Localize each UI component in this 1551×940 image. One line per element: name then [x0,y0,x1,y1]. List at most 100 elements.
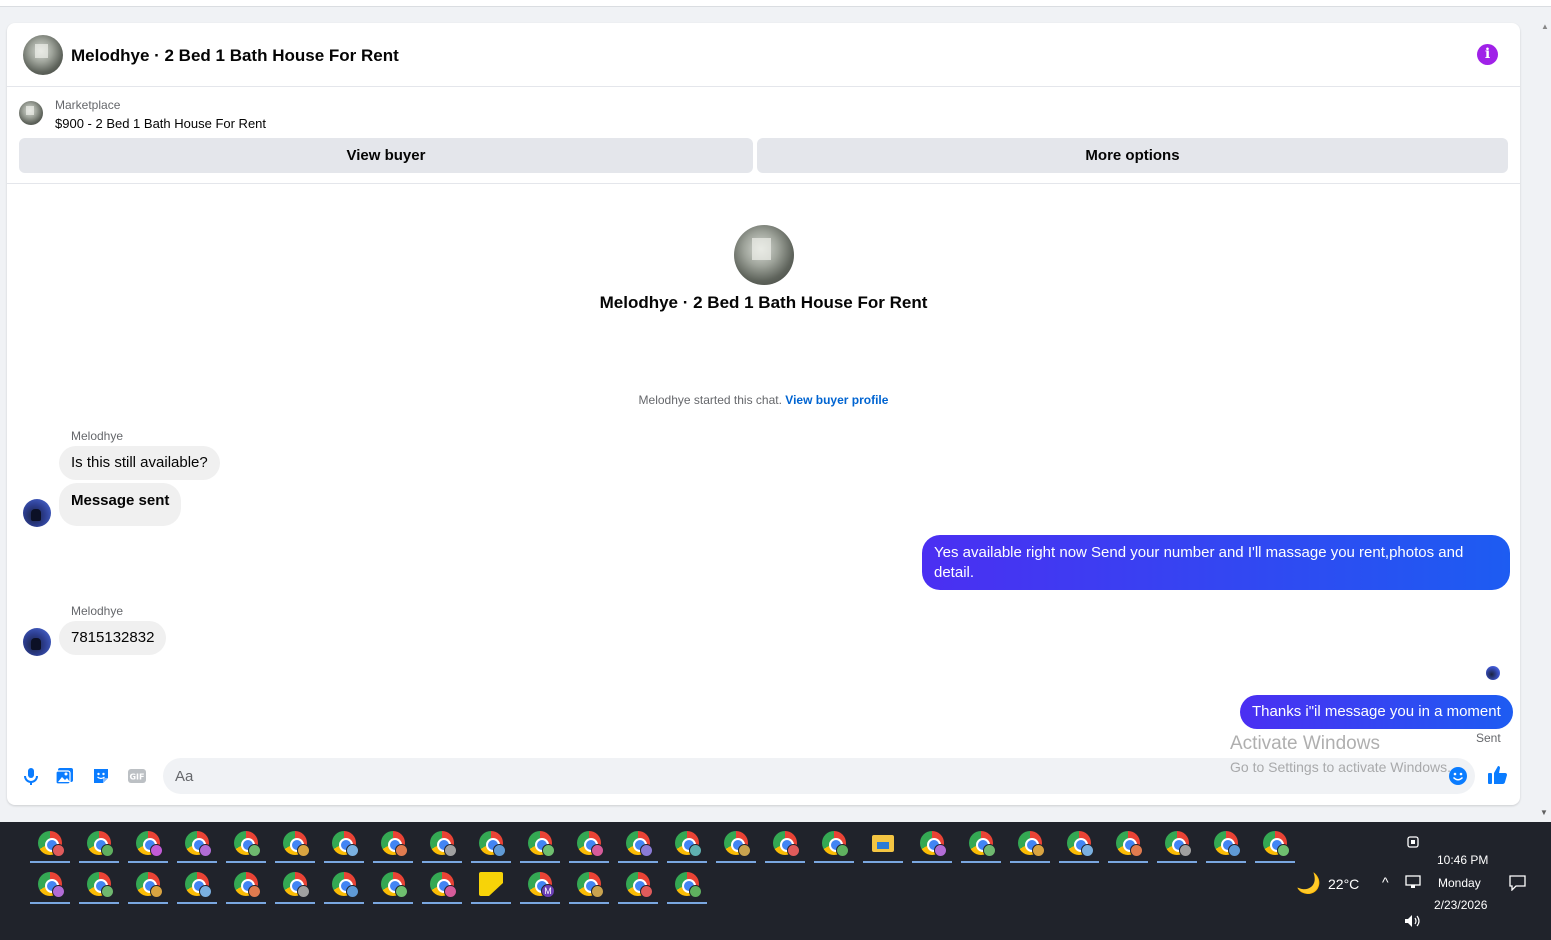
chrome-profile-icon[interactable] [1214,831,1241,857]
taskbar-running-indicator [422,861,462,863]
chat-title[interactable]: Melodhye · 2 Bed 1 Bath House For Rent [71,46,399,66]
buyer-avatar[interactable] [23,628,51,656]
microphone-icon[interactable] [21,766,41,786]
taskbar-running-indicator [324,902,364,904]
chrome-profile-icon[interactable] [87,831,114,857]
incoming-message[interactable]: Is this still available? [59,446,220,480]
message-input[interactable] [163,758,1475,794]
chrome-profile-icon[interactable] [1018,831,1045,857]
clock-time[interactable]: 10:46 PM [1437,853,1488,867]
chrome-profile-icon[interactable] [38,872,65,898]
chrome-profile-icon[interactable] [822,831,849,857]
chrome-profile-icon[interactable] [185,831,212,857]
chrome-profile-icon[interactable] [528,872,555,898]
chrome-profile-icon[interactable] [185,872,212,898]
chrome-profile-icon[interactable] [577,831,604,857]
taskbar-running-indicator [1059,861,1099,863]
listing-thumbnail[interactable] [19,101,43,125]
taskbar-running-indicator [1206,861,1246,863]
chrome-profile-icon[interactable] [332,831,359,857]
taskbar-running-indicator [177,902,217,904]
chrome-profile-icon[interactable] [234,872,261,898]
thumbs-up-icon[interactable] [1487,764,1509,786]
chrome-profile-icon[interactable] [283,872,310,898]
chrome-profile-icon[interactable] [332,872,359,898]
more-options-button[interactable]: More options [757,138,1508,173]
speaker-icon[interactable] [1404,914,1422,928]
network-icon[interactable] [1405,875,1421,889]
taskbar-running-indicator [422,902,462,904]
emoji-icon[interactable] [1448,766,1468,786]
file-explorer-icon[interactable] [871,831,895,855]
outgoing-message[interactable]: Yes available right now Send your number… [922,535,1510,590]
clock-date[interactable]: 2/23/2026 [1434,898,1487,912]
chrome-profile-icon[interactable] [626,872,653,898]
notification-icon[interactable] [1509,875,1526,891]
chrome-profile-icon[interactable] [283,831,310,857]
chrome-profile-icon[interactable] [626,831,653,857]
chrome-profile-icon[interactable] [969,831,996,857]
chrome-profile-icon[interactable] [1263,831,1290,857]
marketplace-label: Marketplace [55,98,121,112]
photo-icon[interactable] [55,766,75,786]
taskbar-running-indicator [912,861,952,863]
scroll-down-arrow-icon[interactable]: ▼ [1540,808,1548,817]
chrome-profile-icon[interactable] [1165,831,1192,857]
intro-avatar[interactable] [734,225,794,285]
chrome-profile-icon[interactable] [479,831,506,857]
moon-icon[interactable]: 🌙 [1296,871,1321,896]
sender-name: Melodhye [71,604,124,618]
weather-temperature[interactable]: 22°C [1328,876,1359,892]
taskbar-running-indicator [373,902,413,904]
taskbar-running-indicator [716,861,756,863]
view-buyer-profile-link[interactable]: View buyer profile [785,393,888,407]
outgoing-message[interactable]: Thanks i"il message you in a moment [1240,695,1513,729]
taskbar-running-indicator [226,902,266,904]
marketplace-listing-bar: Marketplace $900 - 2 Bed 1 Bath House Fo… [7,87,1520,184]
chrome-profile-icon[interactable] [136,872,163,898]
taskbar-running-indicator [79,902,119,904]
intro-title: Melodhye · 2 Bed 1 Bath House For Rent [599,293,928,312]
taskbar-running-indicator [569,902,609,904]
taskbar-running-indicator [863,861,903,863]
taskbar-running-indicator [30,861,70,863]
sticky-notes-icon[interactable] [479,872,503,896]
chrome-profile-icon[interactable] [528,831,555,857]
chrome-profile-icon[interactable] [430,872,457,898]
gif-icon[interactable]: GIF [127,766,147,786]
meet-now-icon[interactable] [1406,834,1420,850]
clock-day[interactable]: Monday [1438,876,1481,890]
chrome-profile-icon[interactable] [1067,831,1094,857]
taskbar-running-indicator [471,861,511,863]
listing-price-title[interactable]: $900 - 2 Bed 1 Bath House For Rent [55,116,266,131]
chrome-profile-icon[interactable] [136,831,163,857]
taskbar-running-indicator [1010,861,1050,863]
scroll-up-arrow-icon[interactable]: ▲ [1541,22,1549,31]
chrome-profile-icon[interactable] [381,872,408,898]
chrome-profile-icon[interactable] [38,831,65,857]
taskbar-running-indicator [30,902,70,904]
chrome-profile-icon[interactable] [920,831,947,857]
chrome-profile-icon[interactable] [430,831,457,857]
view-buyer-button[interactable]: View buyer [19,138,753,173]
buyer-avatar[interactable] [23,499,51,527]
chrome-profile-icon[interactable] [675,872,702,898]
chrome-profile-icon[interactable] [675,831,702,857]
taskbar-running-indicator [520,861,560,863]
info-icon[interactable]: i [1477,44,1498,65]
chrome-profile-icon[interactable] [773,831,800,857]
chrome-profile-icon[interactable] [87,872,114,898]
chrome-profile-icon[interactable] [234,831,261,857]
chrome-profile-icon[interactable] [1116,831,1143,857]
watermark-line1: Activate Windows [1230,733,1380,754]
incoming-message[interactable]: 7815132832 [59,621,167,655]
listing-avatar[interactable] [23,35,63,75]
taskbar-running-indicator [961,861,1001,863]
chevron-up-icon[interactable]: ^ [1382,874,1389,890]
chrome-profile-icon[interactable] [724,831,751,857]
sticker-icon[interactable] [91,766,111,786]
chrome-profile-icon[interactable] [577,872,604,898]
chrome-profile-icon[interactable] [381,831,408,857]
seen-avatar [1486,666,1500,680]
incoming-message[interactable]: Message sent [59,483,182,526]
